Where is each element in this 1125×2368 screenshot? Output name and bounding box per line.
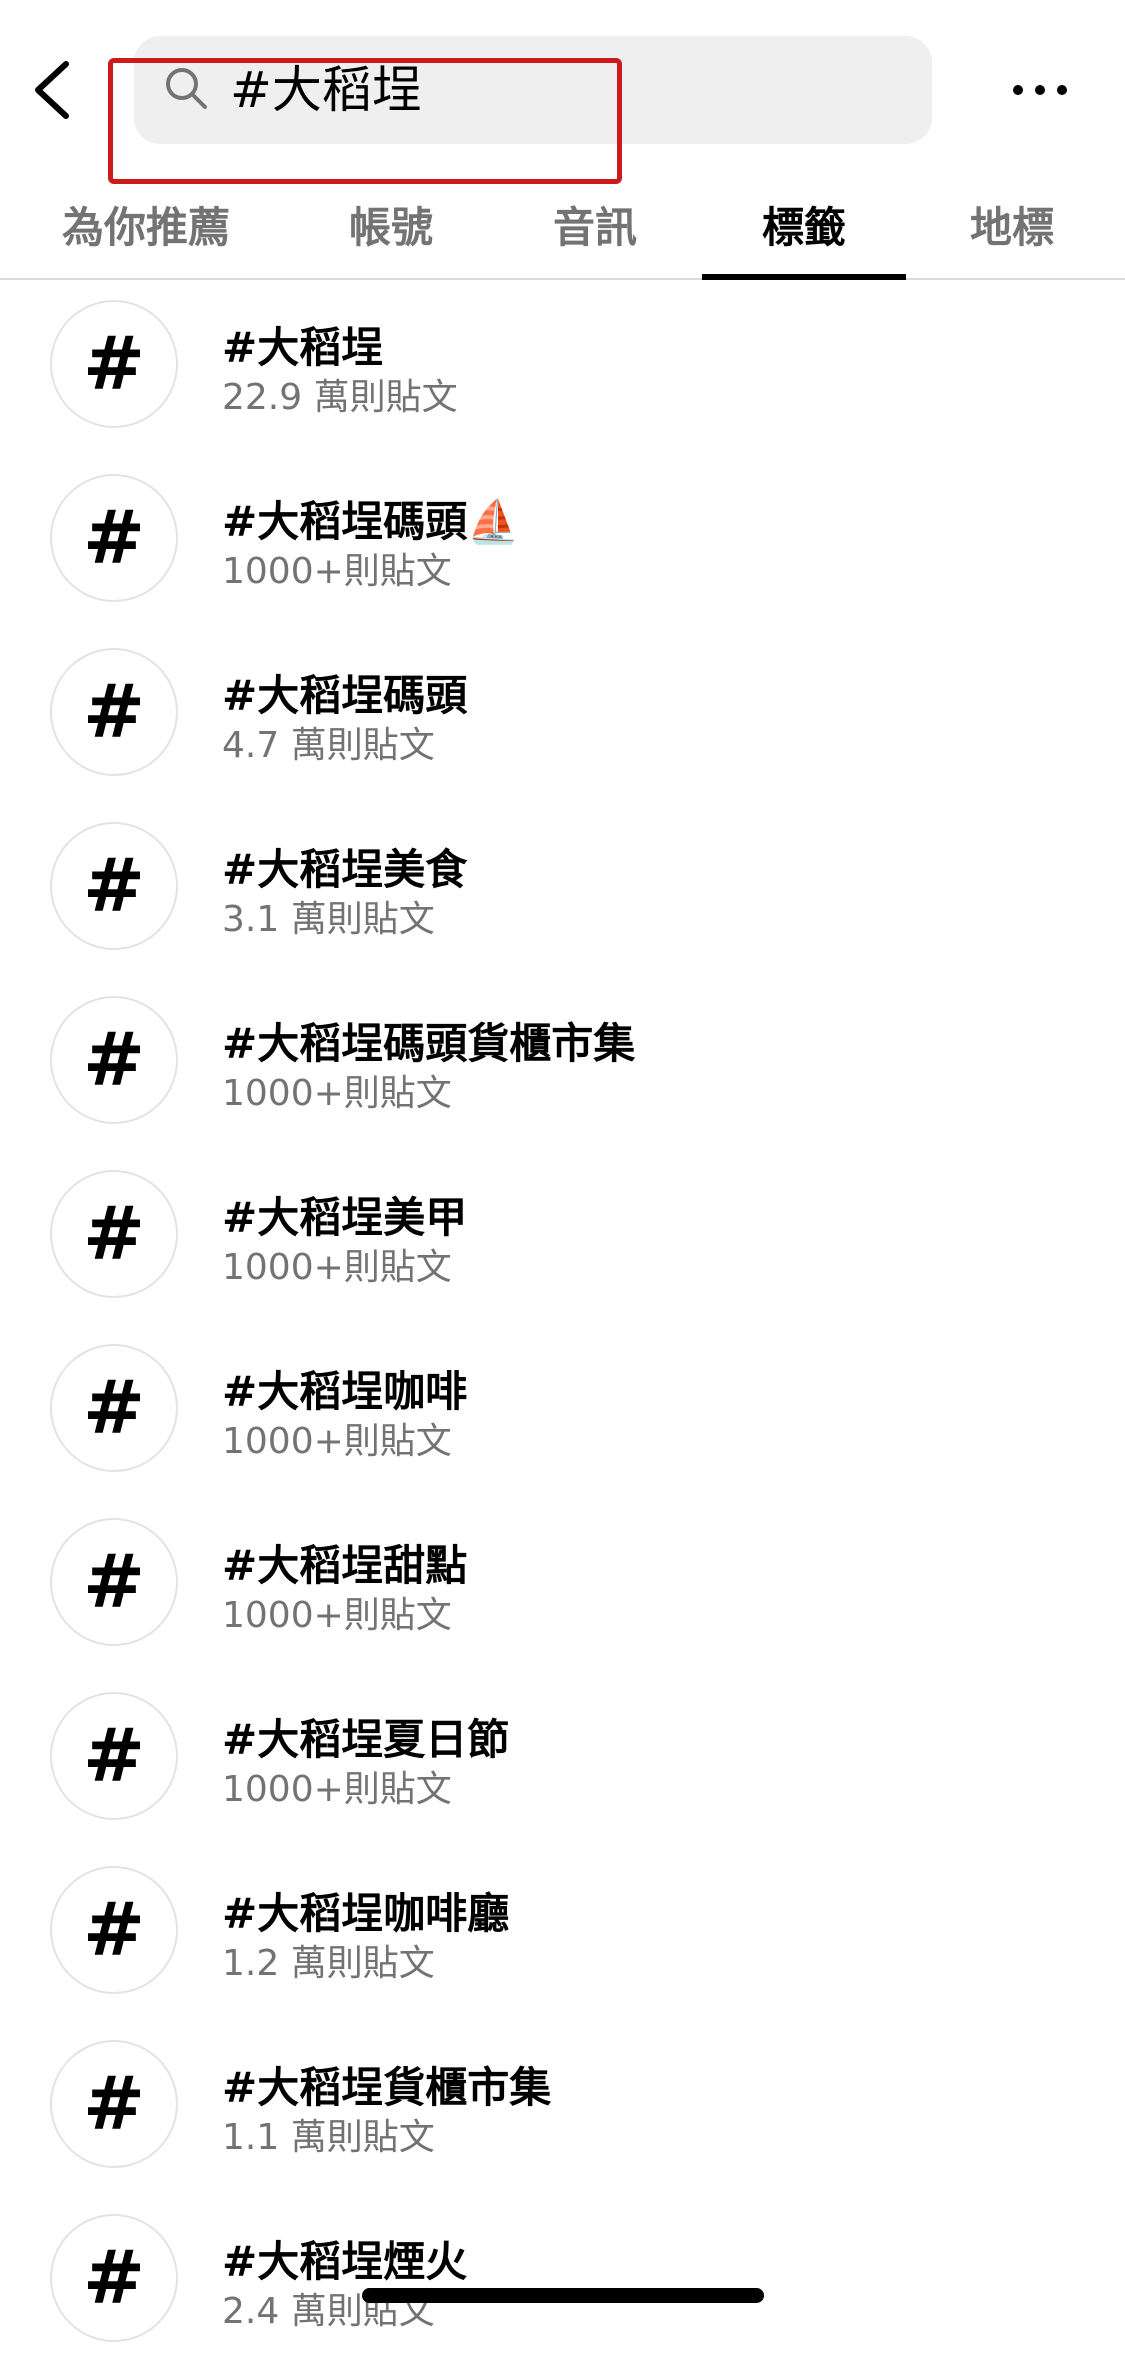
hashtag-title: #大稻埕美食 — [222, 845, 468, 894]
home-indicator[interactable] — [362, 2288, 764, 2303]
post-count: 1000+則貼文 — [222, 1247, 452, 1288]
list-item[interactable]: # #大稻埕煙火 2.4 萬則貼文 — [0, 2194, 1125, 2368]
list-item[interactable]: # #大稻埕貨櫃市集 1.1 萬則貼文 — [0, 2020, 1125, 2194]
post-count: 3.1 萬則貼文 — [222, 899, 435, 940]
post-count: 1.1 萬則貼文 — [222, 2117, 435, 2158]
back-button[interactable] — [22, 50, 82, 130]
hashtag-icon: # — [50, 1692, 178, 1820]
tab-places[interactable]: 地標 — [942, 170, 1082, 278]
hashtag-title: #大稻埕碼頭貨櫃市集 — [222, 1019, 636, 1068]
post-count: 1000+則貼文 — [222, 1595, 452, 1636]
post-count: 1000+則貼文 — [222, 1073, 452, 1114]
list-item[interactable]: # #大稻埕碼頭 4.7 萬則貼文 — [0, 628, 1125, 802]
hashtag-title: #大稻埕美甲 — [222, 1193, 468, 1242]
list-item[interactable]: # #大稻埕美食 3.1 萬則貼文 — [0, 802, 1125, 976]
hashtag-title: #大稻埕甜點 — [222, 1541, 468, 1590]
hashtag-icon: # — [50, 1866, 178, 1994]
hashtag-title: #大稻埕咖啡廳 — [222, 1889, 510, 1938]
more-options-button[interactable] — [1000, 60, 1080, 120]
hashtag-icon: # — [50, 300, 178, 428]
list-item[interactable]: # #大稻埕碼頭⛵ 1000+則貼文 — [0, 454, 1125, 628]
hashtag-icon: # — [50, 1344, 178, 1472]
search-input[interactable]: #大稻埕 — [134, 36, 932, 144]
hashtag-icon: # — [50, 648, 178, 776]
hashtag-icon: # — [50, 2214, 178, 2342]
list-item[interactable]: # #大稻埕 22.9 萬則貼文 — [0, 280, 1125, 454]
search-header: #大稻埕 — [0, 0, 1125, 184]
list-item[interactable]: # #大稻埕咖啡廳 1.2 萬則貼文 — [0, 1846, 1125, 2020]
list-item[interactable]: # #大稻埕夏日節 1000+則貼文 — [0, 1672, 1125, 1846]
list-item[interactable]: # #大稻埕碼頭貨櫃市集 1000+則貼文 — [0, 976, 1125, 1150]
post-count: 1000+則貼文 — [222, 1769, 452, 1810]
hashtag-title: #大稻埕煙火 — [222, 2237, 468, 2286]
list-item[interactable]: # #大稻埕甜點 1000+則貼文 — [0, 1498, 1125, 1672]
tab-tags[interactable]: 標籤 — [702, 170, 906, 280]
more-horizontal-icon — [1013, 85, 1067, 95]
tab-for-you[interactable]: 為你推薦 — [40, 170, 252, 278]
list-item[interactable]: # #大稻埕美甲 1000+則貼文 — [0, 1150, 1125, 1324]
chevron-left-icon — [35, 61, 69, 119]
post-count: 1000+則貼文 — [222, 551, 452, 592]
post-count: 4.7 萬則貼文 — [222, 725, 435, 766]
hashtag-title: #大稻埕碼頭⛵ — [222, 497, 520, 546]
post-count: 22.9 萬則貼文 — [222, 377, 458, 418]
list-item[interactable]: # #大稻埕咖啡 1000+則貼文 — [0, 1324, 1125, 1498]
hashtag-icon: # — [50, 1518, 178, 1646]
hashtag-icon: # — [50, 1170, 178, 1298]
hashtag-title: #大稻埕咖啡 — [222, 1367, 468, 1416]
search-tabs: 為你推薦 帳號 音訊 標籤 地標 — [0, 170, 1125, 280]
search-icon — [166, 68, 207, 109]
hashtag-icon: # — [50, 996, 178, 1124]
tab-accounts[interactable]: 帳號 — [322, 170, 460, 278]
hashtag-icon: # — [50, 2040, 178, 2168]
hashtag-icon: # — [50, 822, 178, 950]
hashtag-title: #大稻埕貨櫃市集 — [222, 2063, 552, 2112]
search-query: #大稻埕 — [230, 61, 422, 119]
hashtag-title: #大稻埕夏日節 — [222, 1715, 510, 1764]
tab-audio[interactable]: 音訊 — [526, 170, 664, 278]
hashtag-icon: # — [50, 474, 178, 602]
post-count: 1.2 萬則貼文 — [222, 1943, 435, 1984]
hashtag-title: #大稻埕 — [222, 323, 384, 372]
hashtag-title: #大稻埕碼頭 — [222, 671, 468, 720]
post-count: 1000+則貼文 — [222, 1421, 452, 1462]
